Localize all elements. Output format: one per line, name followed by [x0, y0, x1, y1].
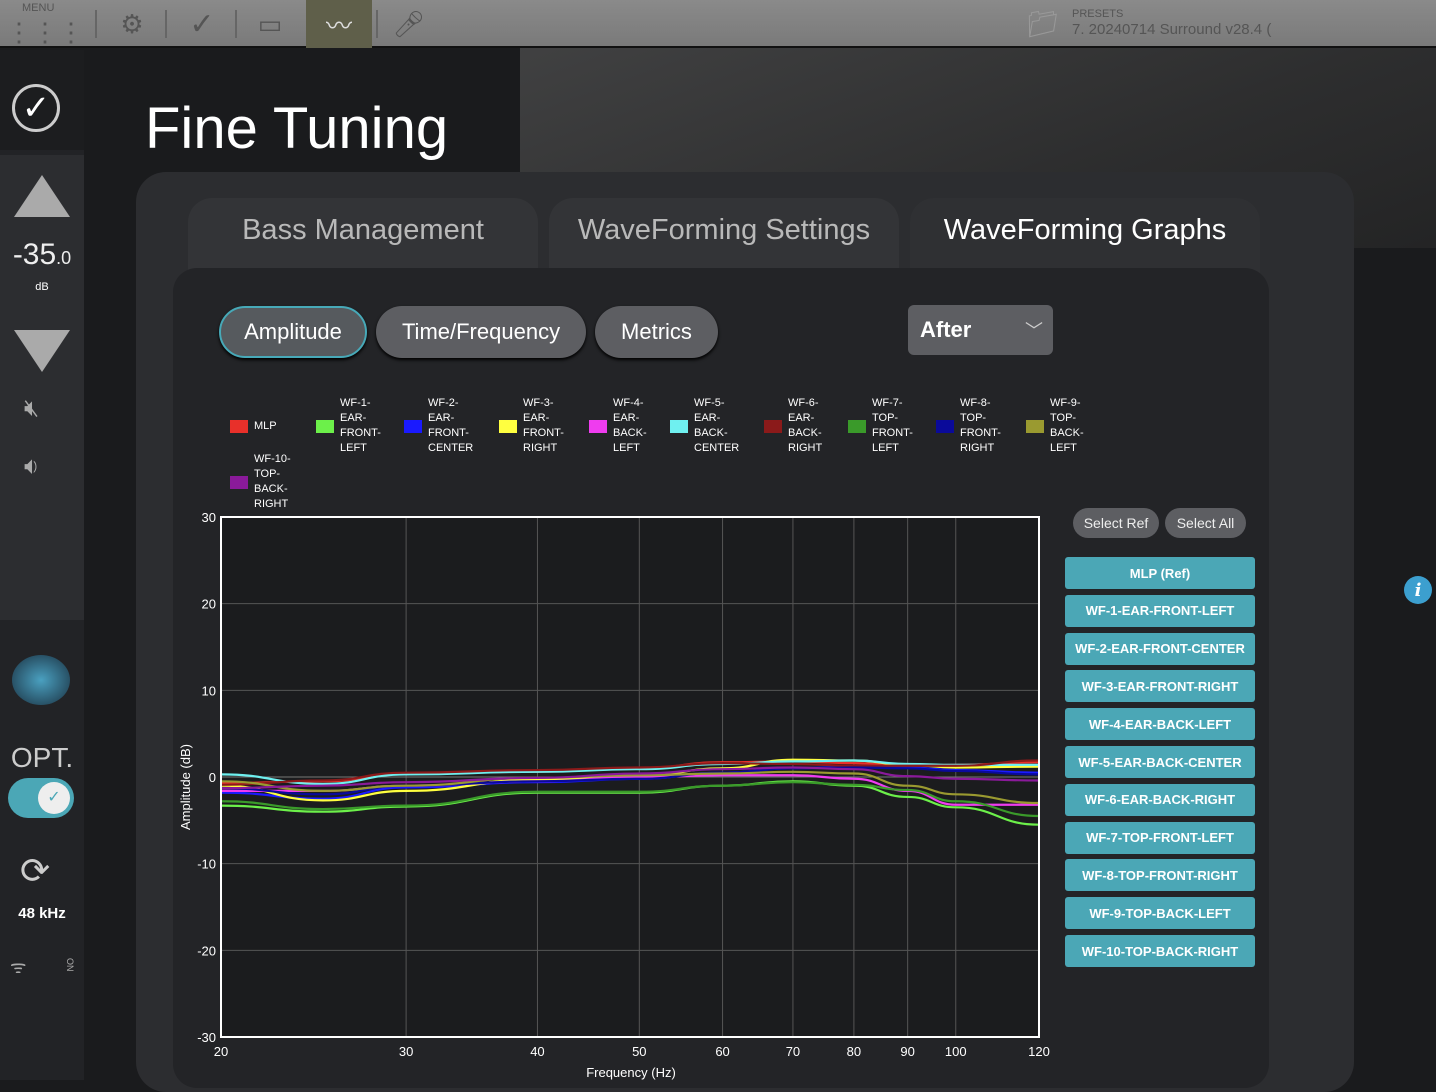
channel-button[interactable]: WF-10-TOP-BACK-RIGHT: [1065, 935, 1255, 967]
channel-button[interactable]: WF-8-TOP-FRONT-RIGHT: [1065, 859, 1255, 892]
x-tick-label: 50: [632, 1044, 646, 1059]
x-tick-label: 80: [847, 1044, 861, 1059]
select-ref-button[interactable]: Select Ref: [1073, 508, 1159, 538]
x-tick-label: 100: [945, 1044, 967, 1059]
channel-button[interactable]: WF-5-EAR-BACK-CENTER: [1065, 746, 1255, 778]
x-tick-label: 90: [900, 1044, 914, 1059]
x-tick-label: 40: [530, 1044, 544, 1059]
x-tick-label: 20: [214, 1044, 228, 1059]
info-icon[interactable]: i: [1404, 576, 1432, 604]
select-all-button[interactable]: Select All: [1165, 508, 1246, 538]
x-tick-label: 60: [715, 1044, 729, 1059]
channel-button[interactable]: WF-2-EAR-FRONT-CENTER: [1065, 632, 1255, 665]
x-axis-label: Frequency (Hz): [586, 1065, 676, 1080]
channel-button[interactable]: WF-1-EAR-FRONT-LEFT: [1065, 594, 1255, 627]
y-tick-label: 10: [202, 683, 216, 698]
y-tick-label: -30: [197, 1030, 216, 1045]
y-tick-label: -20: [197, 943, 216, 958]
x-tick-label: 120: [1028, 1044, 1050, 1059]
channel-button[interactable]: WF-4-EAR-BACK-LEFT: [1065, 708, 1255, 741]
channel-button[interactable]: MLP (Ref): [1065, 557, 1255, 589]
y-axis-label: Amplitude (dB): [178, 744, 193, 830]
channel-button[interactable]: WF-9-TOP-BACK-LEFT: [1065, 897, 1255, 930]
x-tick-label: 70: [786, 1044, 800, 1059]
channel-button[interactable]: WF-7-TOP-FRONT-LEFT: [1065, 821, 1255, 854]
y-tick-label: 0: [209, 770, 216, 785]
y-tick-label: 20: [202, 597, 216, 612]
y-tick-label: -10: [197, 857, 216, 872]
channel-button[interactable]: WF-3-EAR-FRONT-RIGHT: [1065, 670, 1255, 703]
x-tick-label: 30: [399, 1044, 413, 1059]
channel-button[interactable]: WF-6-EAR-BACK-RIGHT: [1065, 783, 1255, 816]
y-tick-label: 30: [202, 510, 216, 525]
